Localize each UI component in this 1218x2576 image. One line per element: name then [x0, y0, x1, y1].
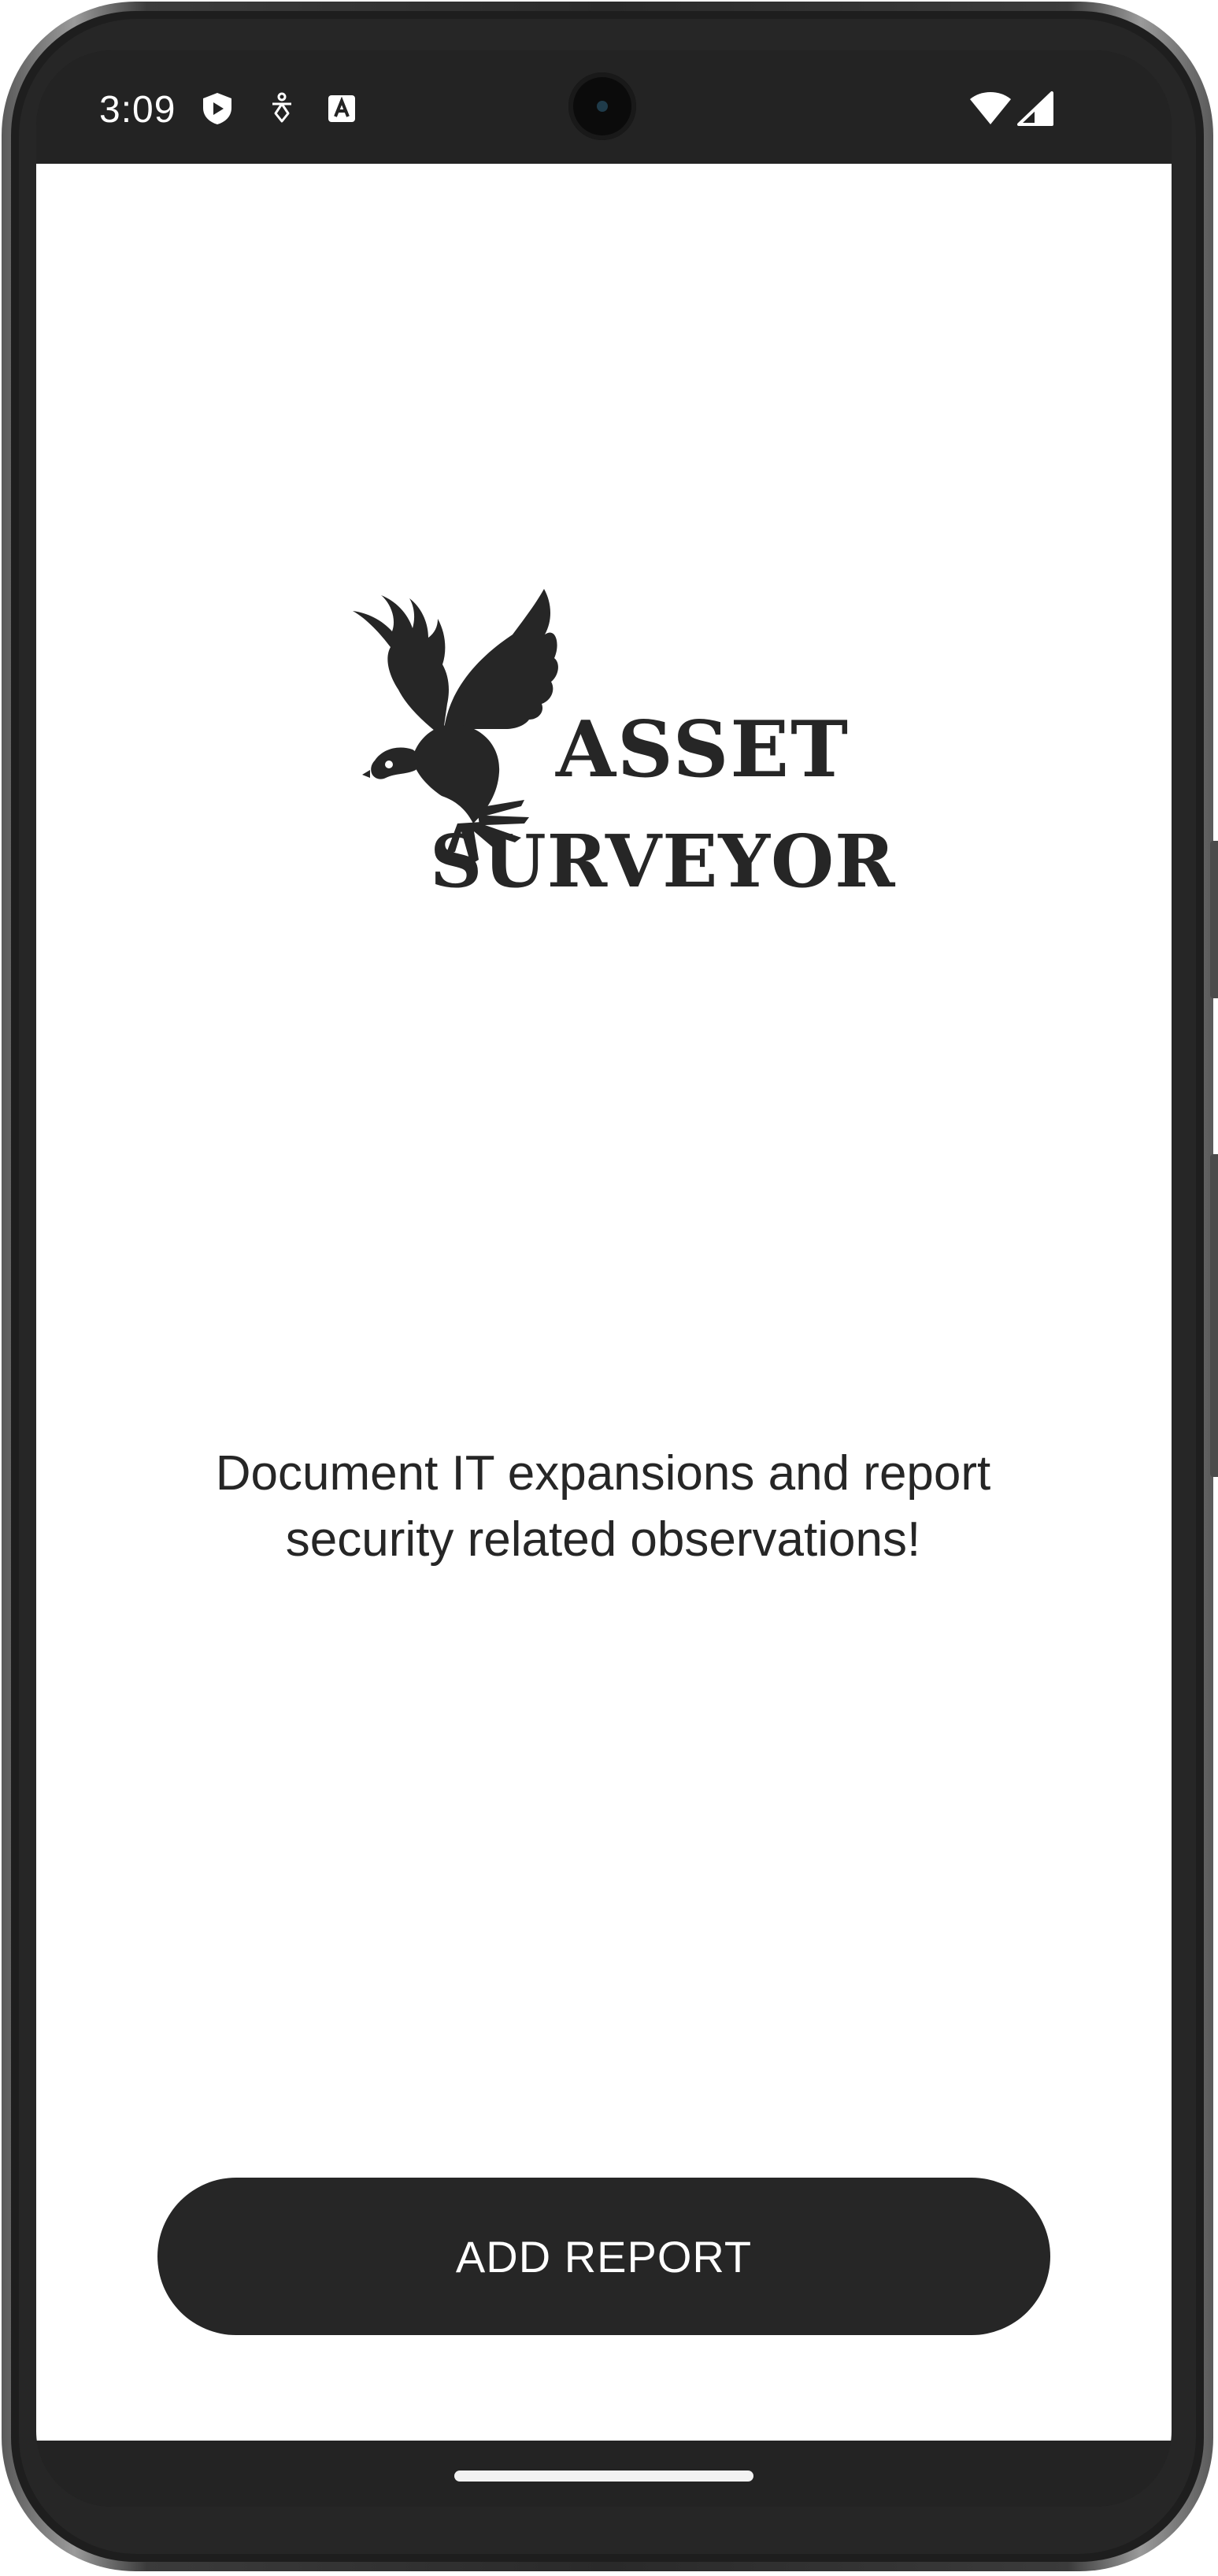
- shield-play-icon: [203, 93, 231, 124]
- tagline-text: Document IT expansions and report securi…: [215, 1446, 991, 1567]
- text-a-icon: [328, 95, 355, 122]
- add-report-button[interactable]: ADD REPORT: [157, 2178, 1050, 2335]
- phone-device: 3:09 ASSET SURVEYOR Document IT expansio…: [0, 0, 1218, 2576]
- logo-line2: SURVEYOR: [430, 819, 896, 904]
- front-camera: [568, 72, 636, 140]
- power-button: [1210, 841, 1218, 998]
- accessibility-icon: [272, 92, 291, 123]
- status-time: 3:09: [99, 89, 176, 131]
- cell-signal-icon: [1017, 91, 1053, 126]
- navigation-bar: [36, 2441, 1172, 2507]
- asset-surveyor-logo: ASSET SURVEYOR: [353, 589, 896, 904]
- wifi-icon: [970, 92, 1011, 124]
- logo-line1: ASSET: [555, 705, 850, 795]
- main-content: ASSET SURVEYOR Document IT expansions an…: [36, 164, 1172, 2441]
- volume-button: [1210, 1154, 1218, 1477]
- add-report-label: ADD REPORT: [455, 2231, 753, 2282]
- home-gesture-handle[interactable]: [454, 2471, 753, 2482]
- status-bar: 3:09: [36, 50, 1172, 164]
- screen: 3:09 ASSET SURVEYOR Document IT expansio…: [36, 50, 1172, 2507]
